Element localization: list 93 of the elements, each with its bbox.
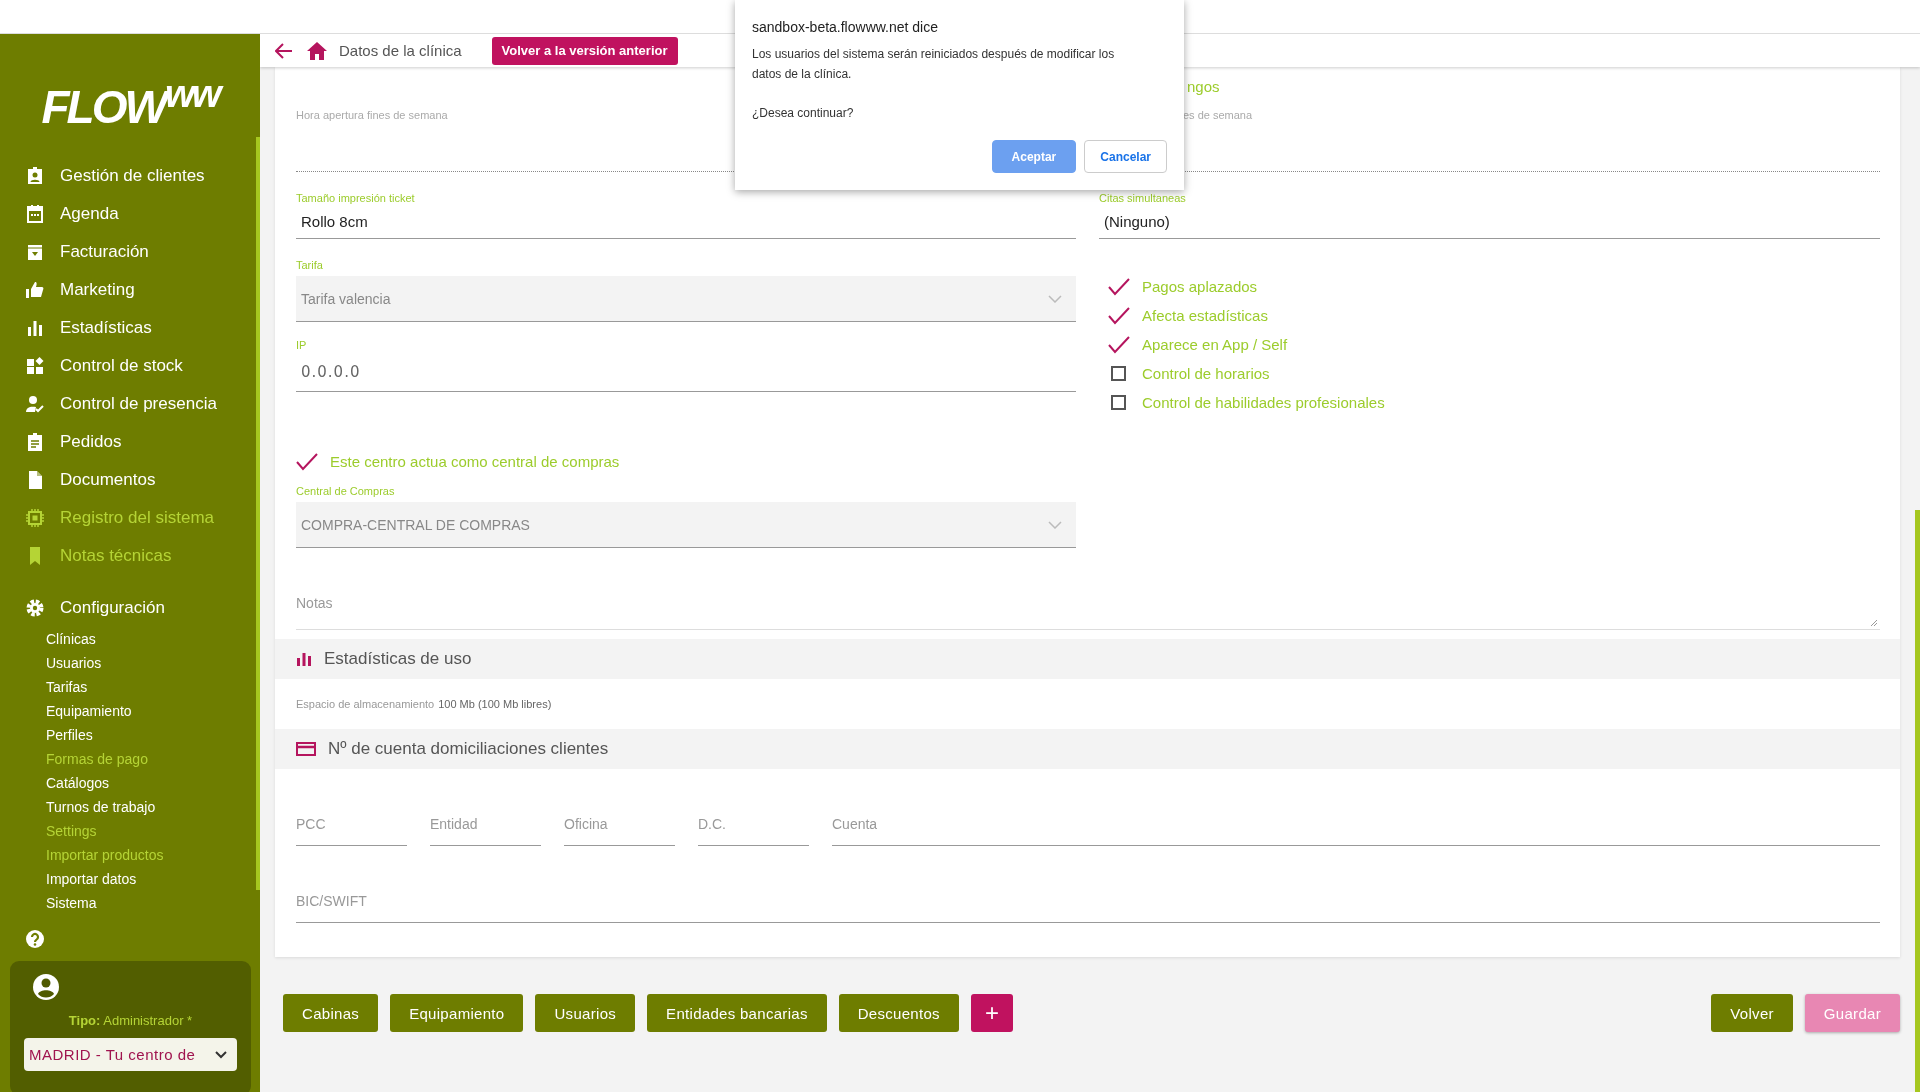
input-field[interactable]: D.C. bbox=[698, 803, 809, 846]
input-field[interactable]: Rollo 8cm bbox=[296, 205, 1076, 239]
submenu-item[interactable]: Equipamiento bbox=[46, 699, 132, 724]
submenu-item[interactable]: Tarifas bbox=[46, 675, 88, 700]
nav-item[interactable]: Marketing bbox=[0, 271, 260, 310]
submenu-item[interactable]: Importar productos bbox=[46, 843, 164, 868]
person-check-icon bbox=[25, 394, 45, 415]
chevron-down-icon bbox=[215, 1050, 227, 1059]
nav-item[interactable]: Control de stock bbox=[0, 347, 260, 386]
card-icon bbox=[296, 742, 316, 756]
checkmark-icon[interactable] bbox=[296, 452, 318, 471]
input-field[interactable]: 0.0.0.0 bbox=[296, 352, 1076, 392]
checkbox[interactable] bbox=[1111, 395, 1126, 410]
input-field[interactable]: Entidad bbox=[430, 803, 541, 846]
nav-item[interactable]: Documentos bbox=[0, 461, 260, 500]
dialog-message: Los usuarios del sistema serán reiniciados después de modificar los datos de la clínica. bbox=[752, 46, 1116, 83]
section-button[interactable]: Usuarios bbox=[535, 994, 636, 1032]
back-button[interactable]: Volver bbox=[1711, 994, 1793, 1032]
center-select[interactable]: MADRID - Tu centro de bbox=[24, 1038, 237, 1072]
badge-icon bbox=[25, 166, 45, 187]
dialog-title: sandbox-beta.flowww.net dice bbox=[752, 19, 939, 35]
section-button[interactable]: Equipamiento bbox=[390, 994, 524, 1032]
field-label: Hora apertura fines de semana bbox=[296, 108, 448, 122]
section-button[interactable]: Descuentos bbox=[838, 994, 959, 1032]
nav-item[interactable]: Configuración bbox=[0, 589, 260, 628]
page-title: Datos de la clínica bbox=[339, 42, 462, 59]
input-field[interactable]: BIC/SWIFT bbox=[296, 880, 1880, 923]
checkbox[interactable] bbox=[1111, 366, 1126, 381]
section-title: Nº de cuenta domiciliaciones clientes bbox=[328, 739, 609, 759]
submenu-item[interactable]: Formas de pago bbox=[46, 747, 148, 772]
add-button[interactable]: + bbox=[970, 994, 1014, 1032]
legacy-version-button[interactable]: Volver a la versión anterior bbox=[491, 36, 678, 65]
submenu-item[interactable]: Usuarios bbox=[46, 651, 102, 676]
calendar-icon bbox=[25, 204, 45, 225]
submenu-item[interactable]: Settings bbox=[46, 819, 97, 844]
chevron-down-icon bbox=[1048, 294, 1062, 303]
nav-item[interactable]: Facturación bbox=[0, 233, 260, 272]
scrollbar-thumb[interactable] bbox=[1915, 510, 1920, 1092]
dialog-question: ¿Desea continuar? bbox=[752, 106, 855, 120]
chip-icon bbox=[25, 508, 45, 529]
scrollbar-thumb[interactable] bbox=[256, 137, 260, 890]
bar-chart-icon bbox=[296, 652, 312, 666]
avatar-icon bbox=[32, 973, 60, 1002]
clipboard-icon bbox=[25, 432, 45, 453]
submenu-item[interactable]: Sistema bbox=[46, 891, 97, 916]
bars-icon bbox=[25, 318, 45, 339]
select-field[interactable]: COMPRA-CENTRAL DE COMPRAS bbox=[296, 502, 1076, 548]
notes-textarea[interactable]: Notas bbox=[296, 576, 1880, 630]
field-label: Tarifa bbox=[296, 258, 323, 272]
storage-value: 100 Mb (100 Mb libres) bbox=[438, 698, 552, 710]
nav-item[interactable]: Pedidos bbox=[0, 423, 260, 462]
nav-item[interactable]: Gestión de clientes bbox=[0, 157, 260, 196]
nav-item[interactable]: Registro del sistema bbox=[0, 499, 260, 538]
invoice-icon bbox=[25, 242, 45, 263]
section-title: Estadísticas de uso bbox=[324, 649, 472, 669]
field-label: Tamaño impresión ticket bbox=[296, 191, 415, 205]
gear-icon bbox=[25, 598, 45, 619]
help-icon[interactable] bbox=[25, 929, 45, 950]
cancel-button[interactable]: Cancelar bbox=[1084, 140, 1167, 173]
submenu-item[interactable]: Clínicas bbox=[46, 627, 96, 652]
field-label: es de semana bbox=[1183, 108, 1253, 122]
checkmark-icon[interactable] bbox=[1108, 335, 1130, 354]
submenu-item[interactable]: Catálogos bbox=[46, 771, 110, 796]
input-field[interactable]: Cuenta bbox=[832, 803, 1880, 846]
storage-label: Espacio de almacenamiento bbox=[296, 698, 435, 710]
section-button[interactable]: Entidades bancarias bbox=[647, 994, 827, 1032]
accept-button[interactable]: Aceptar bbox=[991, 140, 1077, 173]
input-field[interactable]: PCC bbox=[296, 803, 407, 846]
user-role: Tipo: Administrador * bbox=[67, 1013, 194, 1029]
submenu-item[interactable]: Turnos de trabajo bbox=[46, 795, 156, 820]
field-label: IP bbox=[296, 338, 307, 352]
checkmark-icon[interactable] bbox=[1108, 277, 1130, 296]
field-label: Citas simultaneas bbox=[1099, 191, 1186, 205]
field-label: Central de Compras bbox=[296, 484, 395, 498]
input-field[interactable]: Oficina bbox=[564, 803, 675, 846]
submenu-item[interactable]: Importar datos bbox=[46, 867, 137, 892]
back-arrow-icon[interactable] bbox=[275, 42, 293, 59]
home-icon[interactable] bbox=[307, 41, 327, 60]
nav-item[interactable]: Control de presencia bbox=[0, 385, 260, 424]
select-field[interactable]: Tarifa valencia bbox=[296, 276, 1076, 322]
submenu-item[interactable]: Perfiles bbox=[46, 723, 93, 748]
resize-grip-icon[interactable] bbox=[1870, 619, 1878, 627]
nav-item[interactable]: Notas técnicas bbox=[0, 537, 260, 576]
section-button[interactable]: Cabinas bbox=[283, 994, 379, 1032]
nav-item[interactable]: Agenda bbox=[0, 195, 260, 234]
checkmark-icon[interactable] bbox=[1108, 306, 1130, 325]
blocks-icon bbox=[25, 356, 45, 377]
input-field[interactable]: (Ninguno) bbox=[1099, 205, 1880, 239]
chevron-down-icon bbox=[1048, 520, 1062, 529]
logo: FLOW$^{ww}$ bbox=[33, 64, 227, 138]
save-button[interactable]: Guardar bbox=[1804, 994, 1900, 1032]
thumb-icon bbox=[25, 280, 45, 301]
nav-item[interactable]: Estadísticas bbox=[0, 309, 260, 348]
